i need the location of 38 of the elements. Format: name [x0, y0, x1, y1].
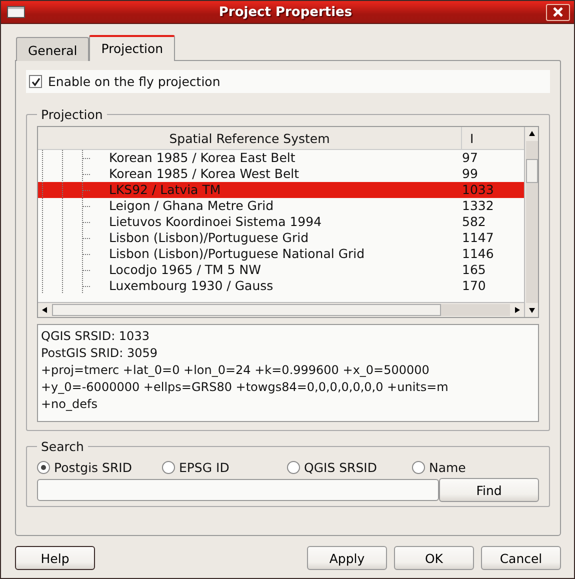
radio-option[interactable]: Postgis SRID: [37, 460, 162, 475]
tree-row[interactable]: Lisbon (Lisbon)/Portuguese Grid 1147: [38, 230, 524, 246]
tree-row[interactable]: Korean 1985 / Korea East Belt 97: [38, 150, 524, 166]
search-field[interactable]: [37, 479, 439, 501]
checkbox-label: Enable on the fly projection: [48, 74, 220, 89]
tree-row[interactable]: LKS92 / Latvia TM 1033: [38, 182, 524, 198]
radio-option[interactable]: QGIS SRSID: [287, 460, 412, 475]
column-header[interactable]: Spatial Reference System: [38, 127, 462, 149]
tree-row[interactable]: Locodjo 1965 / TM 5 NW 165: [38, 262, 524, 278]
scrollbar-thumb[interactable]: [526, 159, 538, 183]
window-title: Project Properties: [218, 4, 354, 20]
tab[interactable]: Projection: [89, 35, 176, 61]
dialog-button[interactable]: Apply: [307, 546, 387, 570]
info-text: PostGIS SRID: 3059: [41, 345, 159, 362]
close-icon: [553, 7, 563, 17]
dialog-button[interactable]: OK: [394, 546, 474, 570]
horizontal-scrollbar[interactable]: [38, 302, 524, 317]
info-text: +proj=tmerc +lat_0=0 +lon_0=24 +k=0.999600 +x_0=500000 +y_0=-6000000 +ellps=GRS80 +towgs84=0,0,0,0,0,0,0 +units=m +no_defs: [41, 362, 450, 413]
radio-option[interactable]: Name: [412, 460, 466, 475]
tab[interactable]: General: [16, 37, 90, 61]
column-header[interactable]: I: [462, 130, 524, 146]
tree-row[interactable]: Leigon / Ghana Metre Grid 1332: [38, 198, 524, 214]
help-button[interactable]: Help: [15, 546, 95, 570]
scrollbar-thumb[interactable]: [52, 304, 442, 316]
radio-option[interactable]: EPSG ID: [162, 460, 287, 475]
vertical-scrollbar[interactable]: [524, 127, 538, 317]
dialog-button[interactable]: Cancel: [481, 546, 561, 570]
find-button[interactable]: Find: [439, 478, 539, 502]
group-title: Projection: [40, 107, 104, 122]
checkbox[interactable]: [29, 75, 42, 88]
tree-row[interactable]: Luxembourg 1930 / Gauss 170: [38, 278, 524, 294]
tree-row[interactable]: Lietuvos Koordinoei Sistema 1994 582: [38, 214, 524, 230]
tree-row[interactable]: Lisbon (Lisbon)/Portuguese National Grid 1146: [38, 246, 524, 262]
window-icon: [7, 6, 25, 18]
group-title: Search: [40, 439, 85, 454]
info-text: QGIS SRSID: 1033: [41, 328, 150, 345]
close-button[interactable]: [546, 4, 570, 20]
tree-row[interactable]: Korean 1985 / Korea West Belt 99: [38, 166, 524, 182]
